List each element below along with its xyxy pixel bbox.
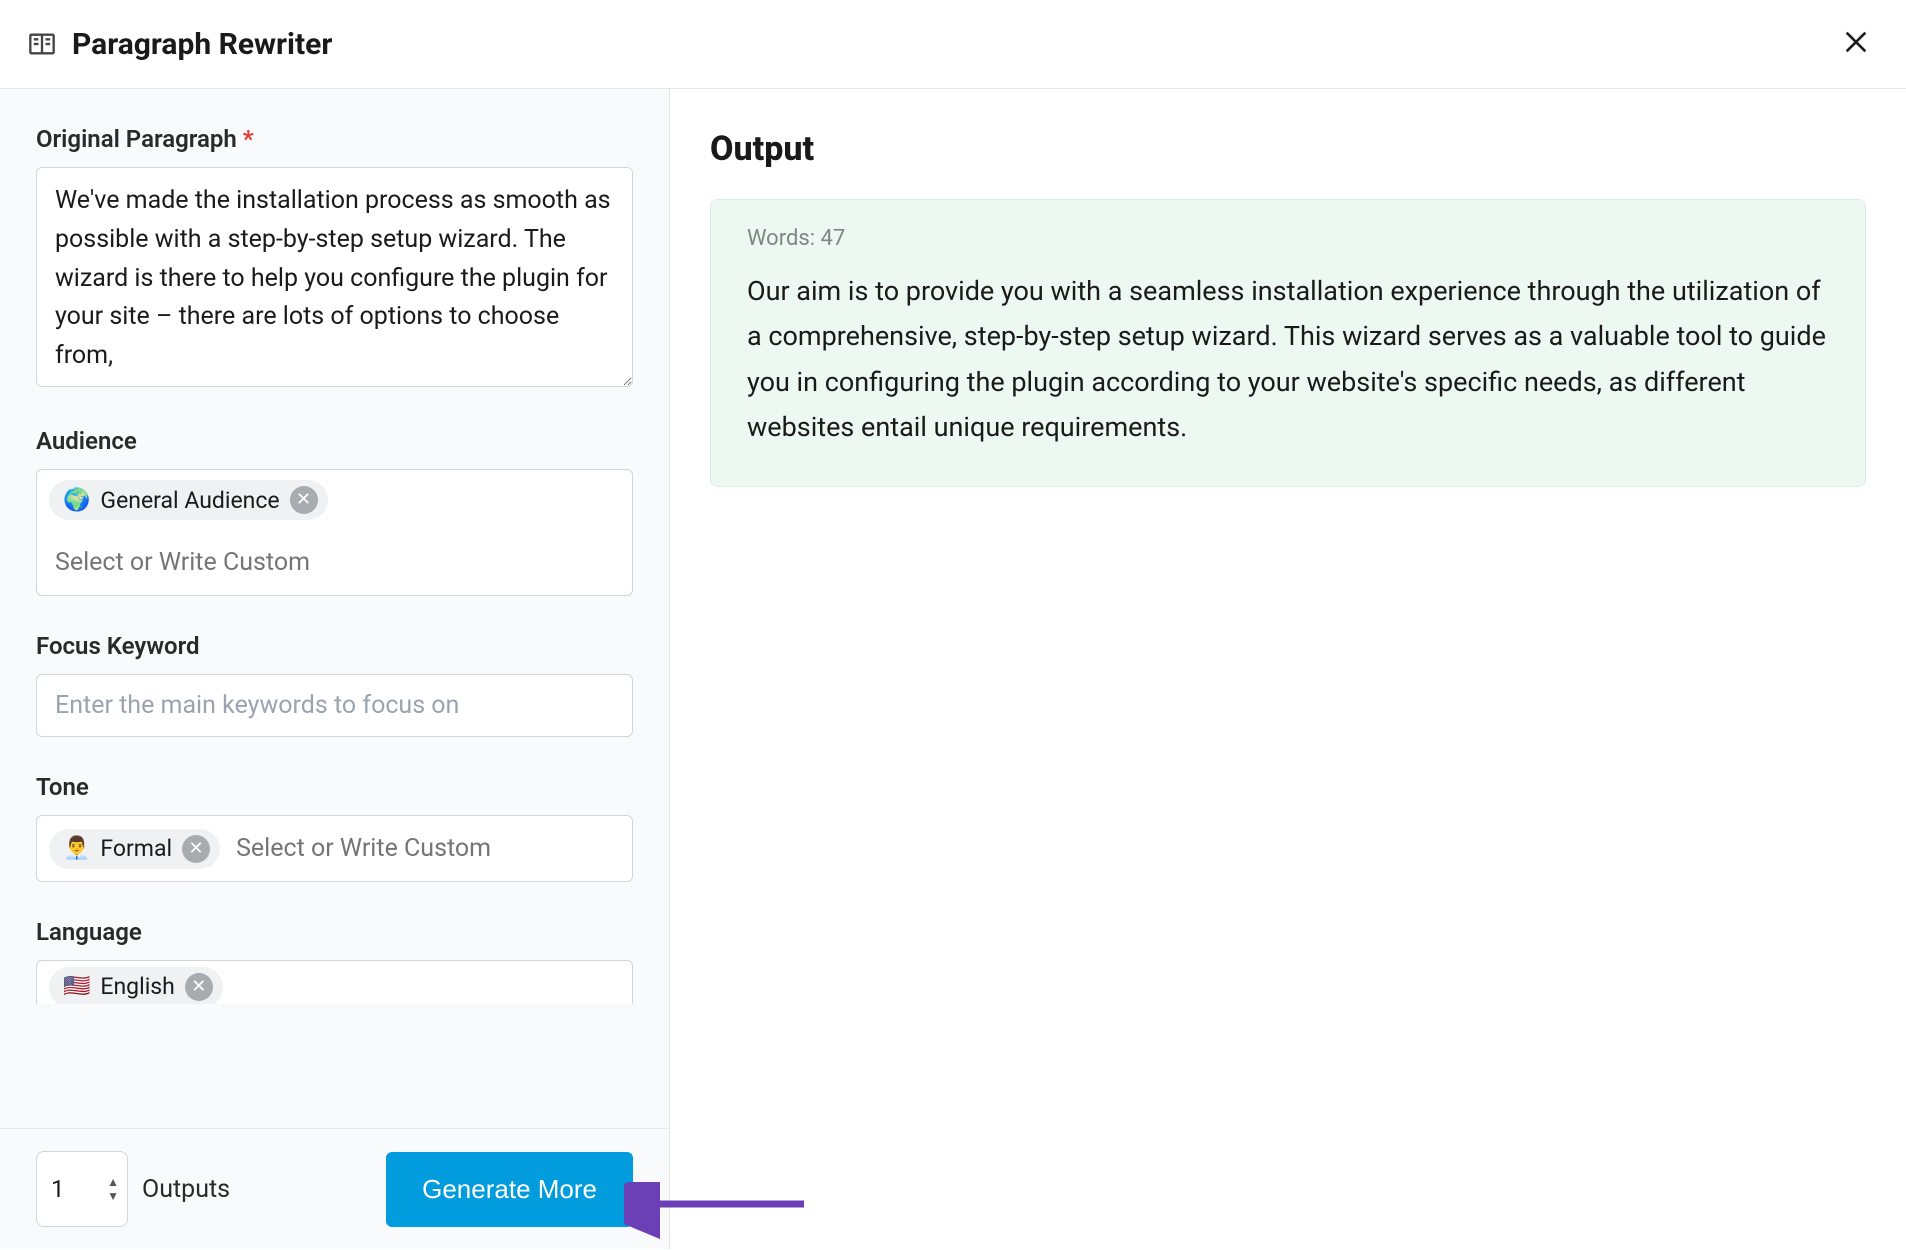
original-paragraph-group: Original Paragraph * <box>36 125 633 391</box>
focus-keyword-label: Focus Keyword <box>36 632 633 660</box>
language-tag: 🇺🇸 English ✕ <box>49 967 223 1005</box>
tone-group: Tone 👨‍💼 Formal ✕ <box>36 773 633 882</box>
outputs-label: Outputs <box>142 1175 230 1204</box>
language-group: Language 🇺🇸 English ✕ <box>36 918 633 1004</box>
bottom-bar: 1 ▲ ▼ Outputs Generate More <box>0 1128 669 1249</box>
audience-input[interactable]: 🌍 General Audience ✕ <box>36 469 633 596</box>
outputs-count-stepper[interactable]: 1 ▲ ▼ <box>36 1151 128 1227</box>
label-text: Original Paragraph <box>36 125 237 153</box>
audience-label: Audience <box>36 427 633 455</box>
audience-tag: 🌍 General Audience ✕ <box>49 480 328 520</box>
outputs-count-value: 1 <box>51 1175 65 1203</box>
remove-language-tag[interactable]: ✕ <box>185 973 213 1001</box>
page-title: Paragraph Rewriter <box>72 27 332 62</box>
book-icon <box>28 30 56 58</box>
tone-label: Tone <box>36 773 633 801</box>
output-card: Words: 47 Our aim is to provide you with… <box>710 199 1866 487</box>
language-label: Language <box>36 918 633 946</box>
stepper-arrows: ▲ ▼ <box>107 1176 119 1202</box>
tone-input[interactable]: 👨‍💼 Formal ✕ <box>36 815 633 882</box>
language-tag-text: English <box>100 973 174 1000</box>
required-mark: * <box>243 125 254 153</box>
close-button[interactable] <box>1834 22 1878 66</box>
audience-text-input[interactable] <box>49 530 620 585</box>
header-left: Paragraph Rewriter <box>28 27 332 62</box>
audience-group: Audience 🌍 General Audience ✕ <box>36 427 633 596</box>
focus-keyword-input[interactable] <box>36 674 633 737</box>
output-title: Output <box>710 129 1866 169</box>
person-icon: 👨‍💼 <box>63 836 90 861</box>
focus-keyword-group: Focus Keyword <box>36 632 633 737</box>
flag-icon: 🇺🇸 <box>63 974 90 999</box>
close-icon <box>1842 28 1870 56</box>
form-panel: Original Paragraph * Audience 🌍 General … <box>0 89 670 1249</box>
remove-tone-tag[interactable]: ✕ <box>182 835 210 863</box>
output-text: Our aim is to provide you with a seamles… <box>747 269 1829 450</box>
tone-text-input[interactable] <box>230 826 620 871</box>
original-paragraph-label: Original Paragraph * <box>36 125 633 153</box>
word-count: Words: 47 <box>747 226 1829 251</box>
remove-audience-tag[interactable]: ✕ <box>290 486 318 514</box>
stepper-up-icon[interactable]: ▲ <box>107 1176 119 1188</box>
audience-tag-text: General Audience <box>100 487 279 514</box>
tone-tag-text: Formal <box>100 835 172 862</box>
original-paragraph-input[interactable] <box>36 167 633 387</box>
header: Paragraph Rewriter <box>0 0 1906 89</box>
language-input[interactable]: 🇺🇸 English ✕ <box>36 960 633 1004</box>
generate-more-button[interactable]: Generate More <box>386 1152 633 1227</box>
stepper-down-icon[interactable]: ▼ <box>107 1190 119 1202</box>
globe-icon: 🌍 <box>63 488 90 513</box>
tone-tag: 👨‍💼 Formal ✕ <box>49 829 220 869</box>
output-panel: Output Words: 47 Our aim is to provide y… <box>670 89 1906 1249</box>
